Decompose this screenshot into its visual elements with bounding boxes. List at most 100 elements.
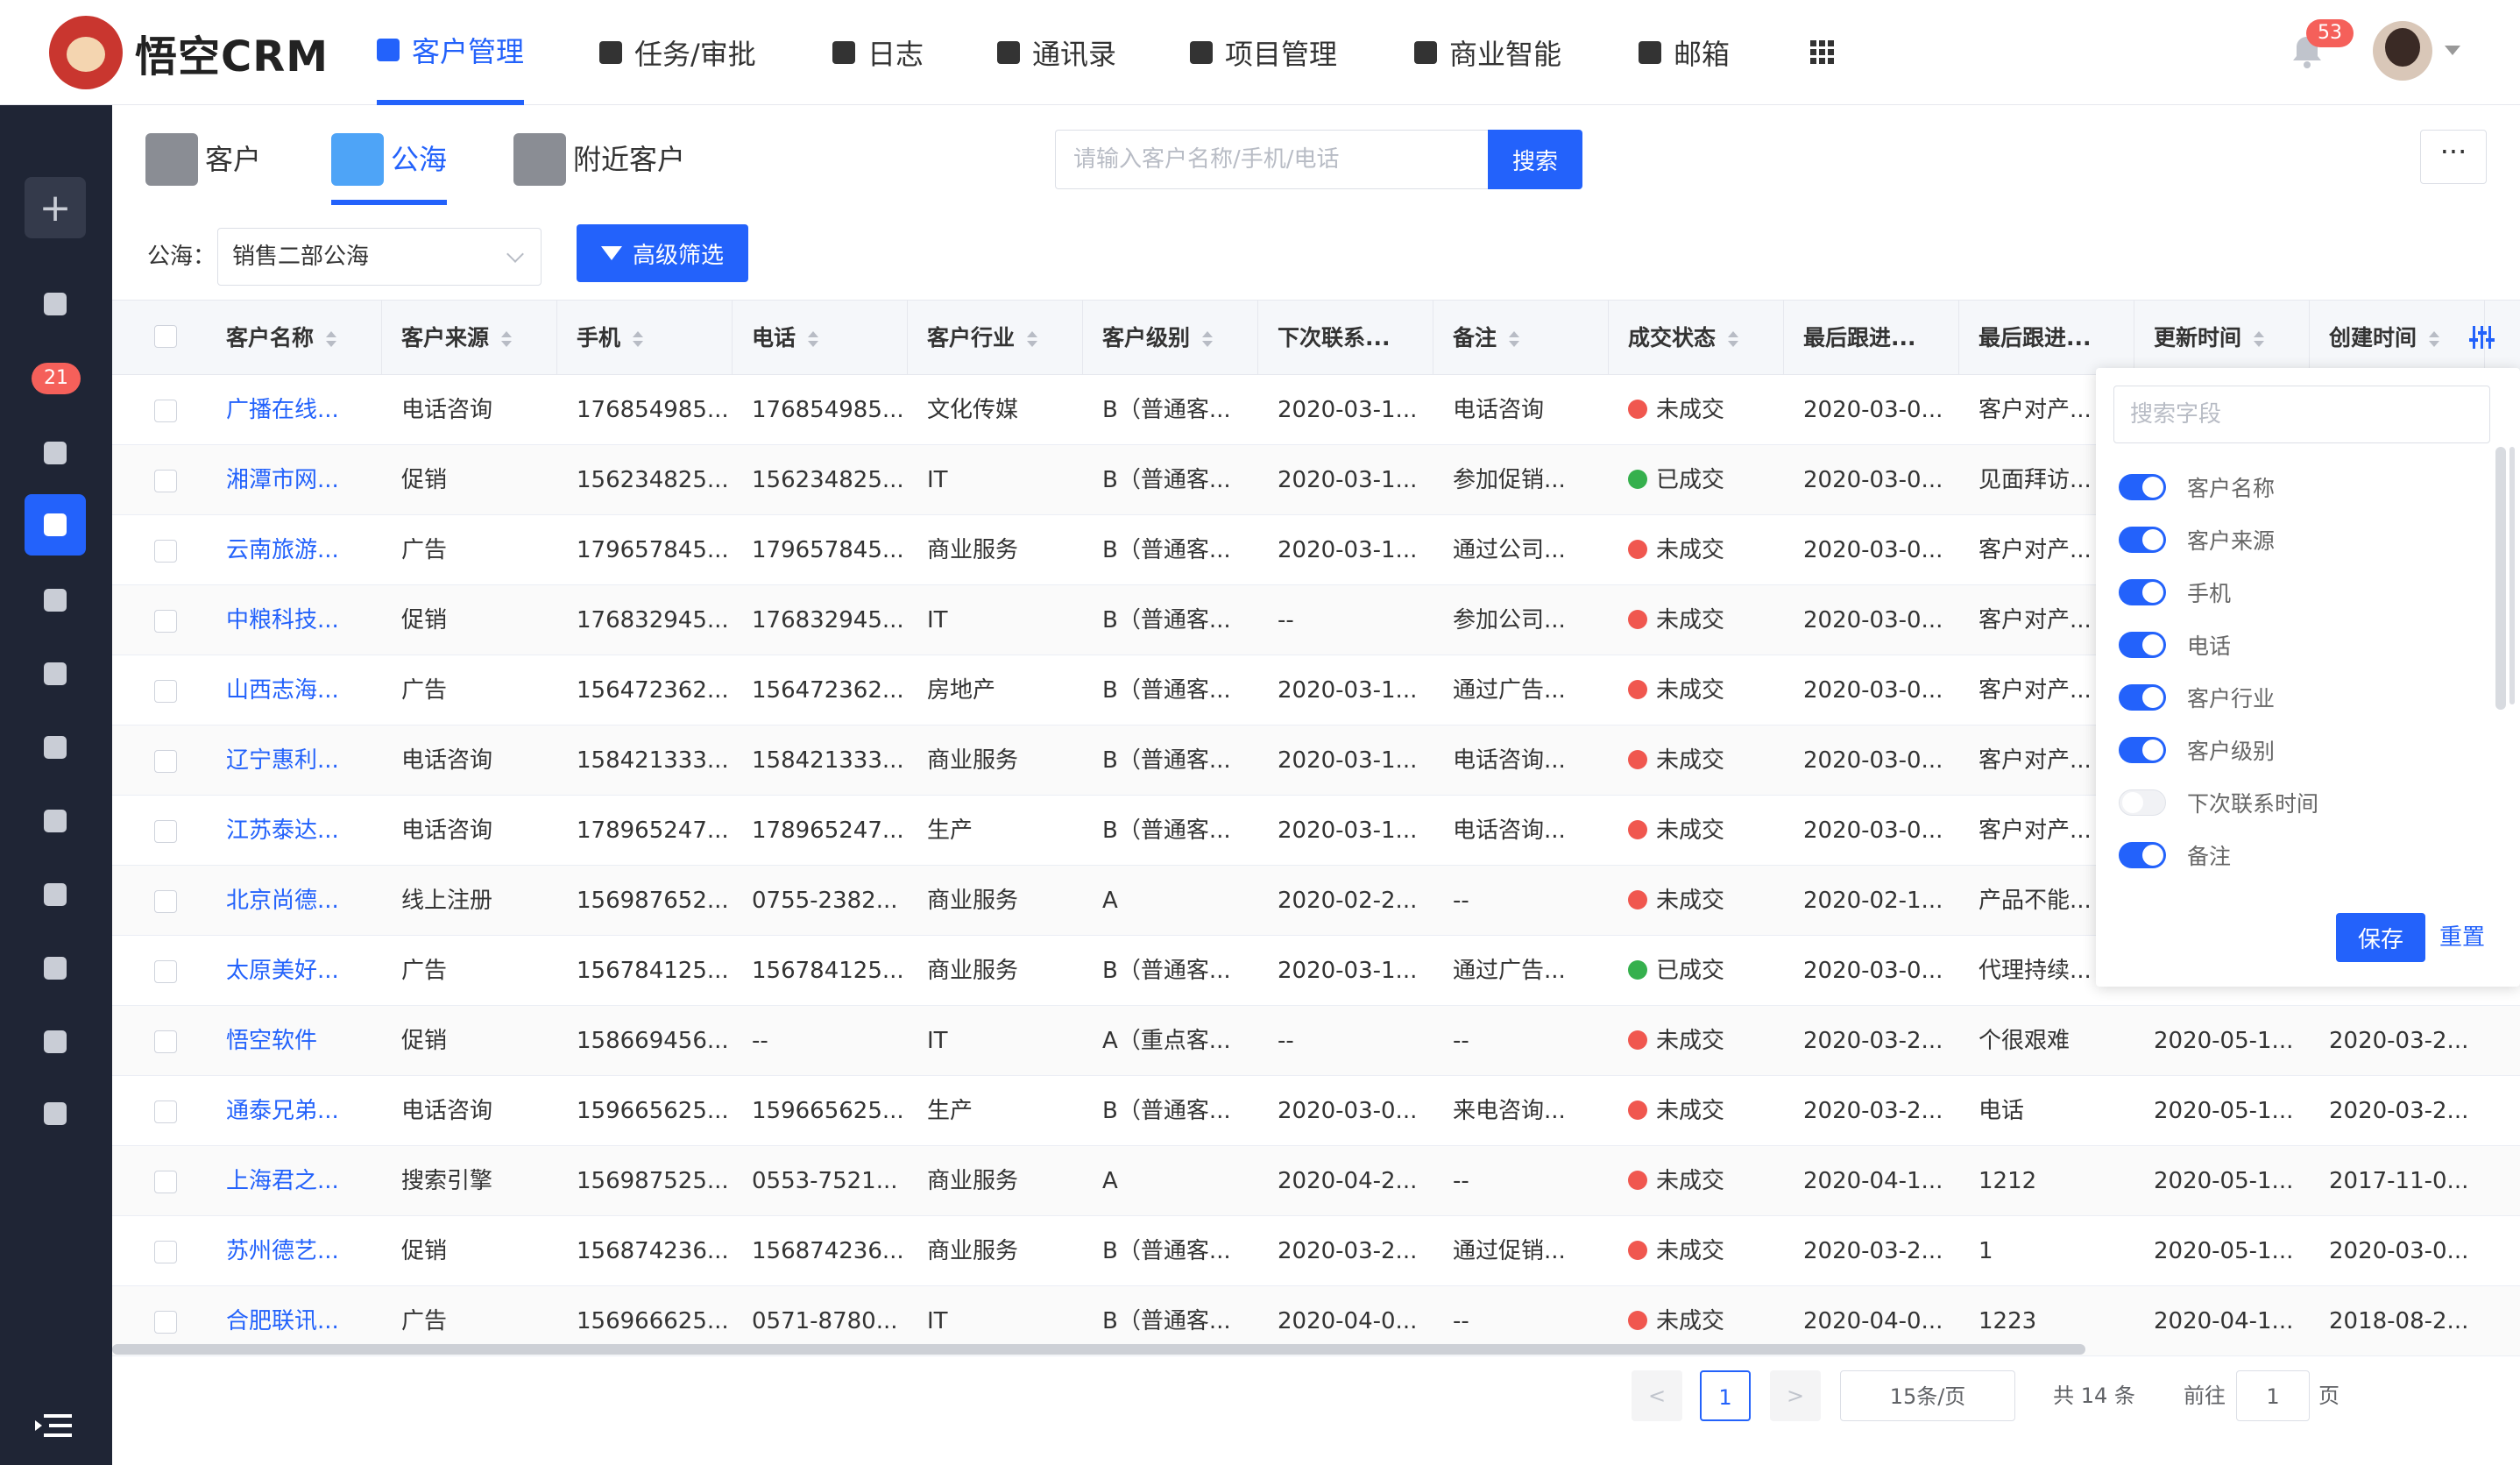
customer-name-link[interactable]: 辽宁惠利... bbox=[207, 725, 382, 796]
field-toggle-row[interactable]: 客户来源 bbox=[2119, 522, 2275, 557]
row-checkbox[interactable] bbox=[154, 750, 177, 773]
save-button[interactable]: 保存 bbox=[2336, 913, 2425, 962]
table-row[interactable]: 悟空软件 促销 158669456... -- IT A（重点客... -- -- 未成交 202… bbox=[112, 1006, 2520, 1076]
row-checkbox[interactable] bbox=[154, 890, 177, 913]
row-checkbox[interactable] bbox=[154, 1241, 177, 1263]
table-row[interactable]: 苏州德艺... 促销 156874236... 156874236... 商业服务 B（普… bbox=[112, 1216, 2520, 1286]
more-options-button[interactable]: ··· bbox=[2420, 130, 2487, 184]
column-header[interactable]: 成交状态 bbox=[1609, 301, 1784, 376]
table-row[interactable]: 通泰兄弟... 电话咨询 159665625... 159665625... 生产 B（普… bbox=[112, 1076, 2520, 1146]
toggle-switch[interactable] bbox=[2119, 579, 2166, 605]
customer-name-link[interactable]: 云南旅游... bbox=[207, 515, 382, 585]
row-checkbox[interactable] bbox=[154, 1171, 177, 1193]
reset-button[interactable]: 重置 bbox=[2439, 913, 2501, 962]
customer-name-link[interactable]: 山西志海... bbox=[207, 655, 382, 725]
column-header[interactable]: 电话 bbox=[733, 301, 908, 376]
leads-icon[interactable] bbox=[25, 422, 86, 484]
money-bag-icon[interactable] bbox=[25, 790, 86, 852]
prev-page-button[interactable]: < bbox=[1632, 1370, 1682, 1421]
home-icon[interactable] bbox=[25, 938, 86, 999]
chevron-down-icon[interactable] bbox=[2445, 46, 2460, 55]
field-toggle-row[interactable]: 客户行业 bbox=[2119, 680, 2275, 715]
customer-name-link[interactable]: 太原美好... bbox=[207, 936, 382, 1006]
field-toggle-row[interactable]: 备注 bbox=[2119, 838, 2231, 873]
toggle-switch[interactable] bbox=[2119, 737, 2166, 763]
toggle-switch[interactable] bbox=[2119, 842, 2166, 868]
customer-name-link[interactable]: 通泰兄弟... bbox=[207, 1076, 382, 1146]
contact-card-icon[interactable] bbox=[25, 570, 86, 631]
column-header[interactable]: 客户级别 bbox=[1083, 301, 1258, 376]
nav-business-intelligence[interactable]: 商业智能 bbox=[1414, 0, 1561, 105]
select-all-checkbox[interactable] bbox=[154, 325, 177, 348]
popover-scrollbar[interactable] bbox=[2509, 447, 2515, 704]
customer-icon[interactable] bbox=[25, 494, 86, 556]
horizontal-scrollbar[interactable] bbox=[112, 1344, 2085, 1355]
tab-customers[interactable]: 客户 bbox=[145, 133, 261, 205]
field-search-input[interactable] bbox=[2113, 386, 2490, 443]
row-checkbox[interactable] bbox=[154, 960, 177, 983]
page-size-select[interactable]: 15条/页 bbox=[1840, 1370, 2015, 1421]
customer-name-link[interactable]: 悟空软件 bbox=[207, 1006, 382, 1076]
contract-icon[interactable] bbox=[25, 717, 86, 778]
column-header[interactable]: 最后跟进... bbox=[1784, 301, 1959, 376]
customer-name-link[interactable]: 广播在线... bbox=[207, 375, 382, 445]
product-box-icon[interactable] bbox=[25, 1011, 86, 1072]
customer-name-link[interactable]: 苏州德艺... bbox=[207, 1216, 382, 1286]
customer-name-link[interactable]: 上海君之... bbox=[207, 1146, 382, 1216]
toggle-switch[interactable] bbox=[2119, 789, 2166, 816]
field-toggle-row[interactable]: 客户级别 bbox=[2119, 732, 2275, 768]
toggle-switch[interactable] bbox=[2119, 684, 2166, 711]
table-row[interactable]: 上海君之... 搜索引擎 156987525... 0553-7521... 商业服务 A… bbox=[112, 1146, 2520, 1216]
nav-contacts[interactable]: 通讯录 bbox=[997, 0, 1116, 105]
customer-name-link[interactable]: 北京尚德... bbox=[207, 866, 382, 936]
column-settings-icon[interactable] bbox=[2469, 326, 2495, 349]
customer-name-link[interactable]: 中粮科技... bbox=[207, 585, 382, 655]
tab-public-pool[interactable]: 公海 bbox=[331, 133, 448, 205]
invoice-icon[interactable] bbox=[25, 864, 86, 925]
customer-name-link[interactable]: 湘潭市网... bbox=[207, 445, 382, 515]
nav-mailbox[interactable]: 邮箱 bbox=[1639, 0, 1730, 105]
row-checkbox[interactable] bbox=[154, 1030, 177, 1053]
column-header[interactable]: 客户行业 bbox=[908, 301, 1083, 376]
advanced-filter-button[interactable]: 高级筛选 bbox=[577, 224, 748, 282]
search-button[interactable]: 搜索 bbox=[1488, 130, 1582, 189]
avatar[interactable] bbox=[2373, 21, 2432, 81]
column-header[interactable]: 客户名称 bbox=[207, 301, 382, 376]
toggle-switch[interactable] bbox=[2119, 527, 2166, 553]
nav-logs[interactable]: 日志 bbox=[832, 0, 924, 105]
field-toggle-row[interactable]: 下次联系时间 bbox=[2119, 785, 2318, 820]
row-checkbox[interactable] bbox=[154, 1101, 177, 1123]
row-checkbox[interactable] bbox=[154, 820, 177, 843]
field-toggle-row[interactable]: 客户名称 bbox=[2119, 470, 2275, 505]
row-checkbox[interactable] bbox=[154, 1311, 177, 1334]
collapse-menu-icon[interactable] bbox=[35, 1412, 74, 1439]
column-header[interactable]: 手机 bbox=[557, 301, 733, 376]
row-checkbox[interactable] bbox=[154, 680, 177, 703]
row-checkbox[interactable] bbox=[154, 400, 177, 422]
toggle-switch[interactable] bbox=[2119, 474, 2166, 500]
field-toggle-row[interactable]: 手机 bbox=[2119, 575, 2231, 610]
tab-nearby-customers[interactable]: 附近客户 bbox=[513, 133, 685, 205]
next-page-button[interactable]: > bbox=[1770, 1370, 1821, 1421]
nav-customer-management[interactable]: 客户管理 bbox=[377, 0, 525, 105]
nav-tasks-approval[interactable]: 任务/审批 bbox=[599, 0, 756, 105]
page-number-current[interactable]: 1 bbox=[1700, 1370, 1751, 1421]
field-toggle-row[interactable]: 电话 bbox=[2119, 627, 2231, 662]
row-checkbox[interactable] bbox=[154, 470, 177, 492]
row-checkbox[interactable] bbox=[154, 540, 177, 563]
search-input[interactable] bbox=[1055, 130, 1495, 189]
vertical-scrollbar[interactable] bbox=[2495, 447, 2506, 710]
column-header[interactable]: 创建时间 bbox=[2310, 301, 2485, 376]
add-icon[interactable]: + bbox=[25, 177, 86, 238]
column-header[interactable]: 最后跟进... bbox=[1959, 301, 2134, 376]
dashboard-icon[interactable] bbox=[25, 273, 86, 335]
apps-grid-icon[interactable] bbox=[1810, 40, 1835, 65]
app-logo[interactable]: 悟空CRM bbox=[49, 16, 329, 89]
row-checkbox[interactable] bbox=[154, 610, 177, 633]
column-header[interactable]: 更新时间 bbox=[2134, 301, 2310, 376]
send-icon[interactable] bbox=[25, 1083, 86, 1144]
column-header[interactable]: 下次联系... bbox=[1258, 301, 1433, 376]
goto-page-input[interactable]: 1 bbox=[2236, 1370, 2310, 1421]
nav-project-management[interactable]: 项目管理 bbox=[1190, 0, 1337, 105]
column-header[interactable]: 备注 bbox=[1433, 301, 1609, 376]
